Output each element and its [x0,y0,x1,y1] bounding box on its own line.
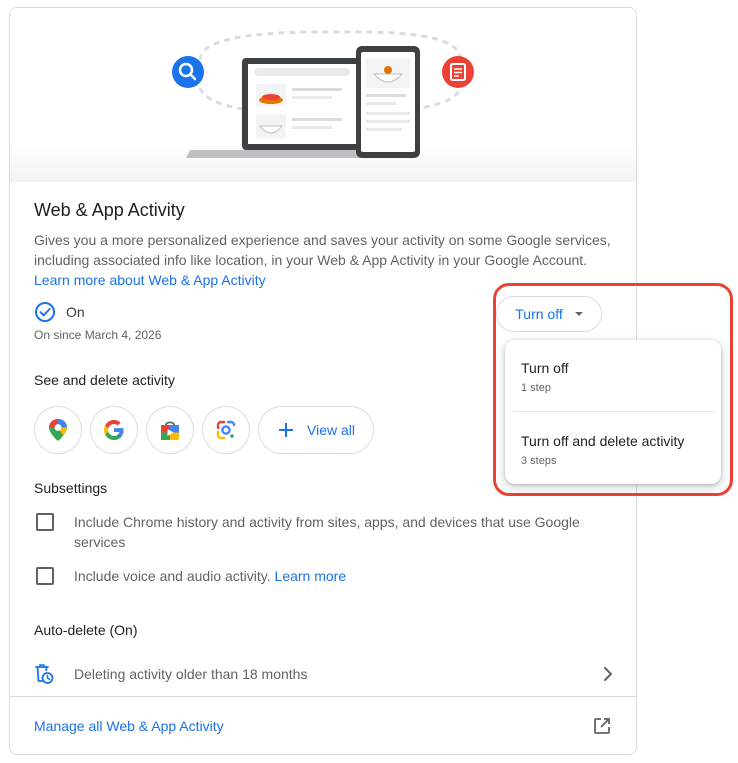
manage-activity-link[interactable]: Manage all Web & App Activity [34,718,592,734]
menu-item-subtitle: 1 step [521,382,551,394]
auto-delete-text: Deleting activity older than 18 months [74,666,308,682]
lens-icon [216,420,236,440]
search-badge-icon [172,56,204,88]
google-activity-button[interactable] [90,406,138,454]
section-title: Web & App Activity [34,200,185,220]
menu-item-turn-off[interactable]: Turn off 1 step [505,360,721,394]
voice-audio-checkbox[interactable] [36,567,54,585]
turn-off-menu: Turn off 1 step Turn off and delete acti… [505,340,721,484]
see-delete-heading: See and delete activity [34,372,175,388]
menu-divider [513,411,715,412]
check-circle-icon [35,302,55,322]
learn-more-link[interactable]: Learn more about Web & App Activity [34,272,266,288]
app-activity-list: View all [34,406,374,454]
auto-delete-heading: Auto-delete (On) [34,622,138,638]
plus-icon [279,423,293,437]
menu-item-title: Turn off and delete activity [521,433,685,449]
chrome-history-checkbox[interactable] [36,513,54,531]
description-text: Gives you a more personalized experience… [34,232,611,268]
chevron-right-icon [604,667,612,681]
hero-illustration [10,8,636,182]
menu-item-title: Turn off [521,360,569,376]
google-icon [104,420,124,440]
subsettings-heading: Subsettings [34,480,108,496]
menu-item-turn-off-and-delete[interactable]: Turn off and delete activity 3 steps [505,433,721,467]
devices-illustration [172,30,474,158]
document-badge-icon [442,56,474,88]
lens-activity-button[interactable] [202,406,250,454]
manage-activity-footer: Manage all Web & App Activity [10,696,636,754]
voice-audio-text: Include voice and audio activity. Learn … [74,566,614,586]
maps-activity-button[interactable] [34,406,82,454]
auto-delete-row[interactable]: Deleting activity older than 18 months [34,654,614,694]
chrome-history-option: Include Chrome history and activity from… [36,512,614,552]
voice-audio-label: Include voice and audio activity. [74,568,271,584]
play-store-icon [161,421,179,440]
status-indicator: On [34,301,85,323]
voice-learn-more-link[interactable]: Learn more [275,568,347,584]
view-all-button[interactable]: View all [258,406,374,454]
status-label: On [66,304,85,320]
maps-icon [49,419,67,441]
section-description: Gives you a more personalized experience… [34,230,614,290]
view-all-label: View all [307,422,355,438]
status-since: On since March 4, 2026 [34,328,162,342]
voice-audio-option: Include voice and audio activity. Learn … [36,566,614,586]
open-in-new-icon[interactable] [592,716,612,736]
auto-delete-icon [35,664,54,684]
play-store-activity-button[interactable] [146,406,194,454]
chrome-history-label: Include Chrome history and activity from… [74,514,580,550]
menu-item-subtitle: 3 steps [521,455,557,467]
